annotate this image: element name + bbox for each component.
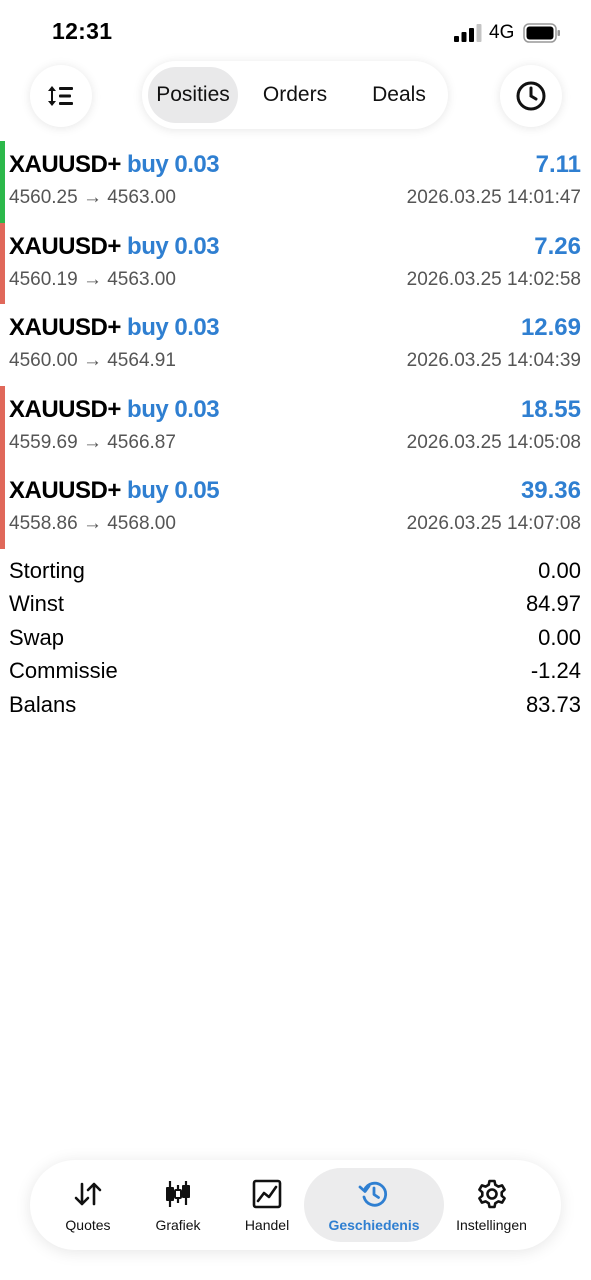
battery-icon: [523, 23, 560, 43]
trade-profit: 12.69: [520, 314, 581, 341]
clock-icon: [516, 81, 546, 111]
trade-profit: 18.55: [520, 395, 581, 423]
status-bar: 12:31 4G: [0, 0, 591, 66]
trade-symbol-line: XAUUSD+ buy 0.05: [9, 477, 220, 505]
tab-orders[interactable]: Orders: [250, 67, 340, 123]
trade-symbol: XAUUSD+: [9, 395, 121, 423]
trade-symbol: XAUUSD+: [9, 314, 121, 341]
trade-symbol: XAUUSD+: [9, 232, 121, 260]
tab-label: Instellingen: [456, 1217, 527, 1233]
trade-time: 2026.03.25 14:01:47: [406, 187, 581, 208]
trade-side: buy 0.05: [127, 477, 220, 504]
trade-marker: [0, 467, 5, 549]
trade-row[interactable]: XAUUSD+ buy 0.03 7.11 4560.25 → 4563.00 …: [0, 141, 591, 223]
sort-button[interactable]: [30, 65, 92, 127]
trade-chart-icon: [252, 1179, 282, 1209]
period-button[interactable]: [500, 65, 562, 127]
trade-symbol-line: XAUUSD+ buy 0.03: [9, 395, 220, 424]
trade-row[interactable]: XAUUSD+ buy 0.03 12.69 4560.00 → 4564.91…: [0, 304, 591, 386]
trade-time: 2026.03.25 14:07:08: [406, 513, 581, 534]
trade-symbol: XAUUSD+: [9, 151, 121, 178]
summary-label: Balans: [9, 691, 77, 717]
trade-symbol-line: XAUUSD+ buy 0.03: [9, 314, 220, 342]
trade-marker: [0, 304, 5, 386]
summary-label: Storting: [9, 558, 85, 583]
tab-label: Quotes: [65, 1217, 111, 1233]
network-label: 4G: [489, 22, 515, 43]
history-icon: [358, 1181, 388, 1207]
trade-prices: 4558.86 → 4568.00: [9, 513, 176, 534]
trade-row[interactable]: XAUUSD+ buy 0.05 39.36 4558.86 → 4568.00…: [0, 467, 591, 549]
trade-side: buy 0.03: [127, 314, 220, 341]
status-time: 12:31: [52, 18, 113, 44]
trade-marker: [0, 385, 5, 467]
trade-symbol: XAUUSD+: [9, 477, 121, 504]
summary-value: 84.97: [525, 591, 581, 617]
summary-value: 83.73: [525, 691, 581, 717]
trade-profit: 7.26: [534, 232, 581, 260]
quotes-icon: [74, 1182, 102, 1206]
summary-row-swap: Swap 0.00: [0, 622, 591, 655]
tab-settings[interactable]: Instellingen: [444, 1168, 539, 1242]
candlestick-icon: [166, 1181, 190, 1207]
trade-time: 2026.03.25 14:05:08: [406, 431, 581, 453]
tab-label: Handel: [244, 1217, 290, 1233]
summary-label: Commissie: [9, 658, 118, 684]
account-summary: Storting 0.00 Winst 84.97 Swap 0.00 Comm…: [0, 555, 591, 722]
signal-icon: [454, 24, 482, 42]
tab-quotes[interactable]: Quotes: [48, 1168, 128, 1242]
trade-time: 2026.03.25 14:04:39: [406, 350, 581, 371]
summary-row-deposit: Storting 0.00: [0, 555, 591, 588]
trade-prices: 4560.25 → 4563.00: [9, 187, 176, 208]
summary-row-balance: Balans 83.73: [0, 689, 591, 722]
summary-label: Winst: [9, 591, 64, 617]
trade-symbol-line: XAUUSD+ buy 0.03: [9, 232, 220, 261]
summary-label: Swap: [9, 624, 65, 650]
gear-icon: [477, 1179, 506, 1209]
trade-time: 2026.03.25 14:02:58: [406, 268, 581, 290]
trade-profit: 39.36: [520, 477, 581, 504]
trade-profit: 7.11: [535, 151, 581, 178]
tab-label: Geschiedenis: [328, 1217, 420, 1233]
trade-side: buy 0.03: [127, 232, 220, 260]
history-view-segmented-control: Posities Orders Deals: [142, 61, 448, 129]
summary-value: 0.00: [538, 624, 581, 650]
bottom-tab-bar: Quotes Grafiek Handel Geschiedenis Inste…: [30, 1160, 561, 1250]
summary-row-commission: Commissie -1.24: [0, 655, 591, 688]
tab-deals[interactable]: Deals: [354, 67, 444, 123]
positions-list: XAUUSD+ buy 0.03 7.11 4560.25 → 4563.00 …: [0, 141, 591, 549]
trade-prices: 4559.69 → 4566.87: [9, 431, 176, 453]
summary-value: -1.24: [530, 658, 581, 684]
tab-positions[interactable]: Posities: [148, 67, 238, 123]
trade-symbol-line: XAUUSD+ buy 0.03: [9, 151, 220, 179]
trade-side: buy 0.03: [127, 395, 220, 423]
trade-prices: 4560.19 → 4563.00: [9, 268, 176, 290]
trade-row[interactable]: XAUUSD+ buy 0.03 7.26 4560.19 → 4563.00 …: [0, 222, 591, 304]
trade-side: buy 0.03: [127, 151, 220, 178]
trade-prices: 4560.00 → 4564.91: [9, 350, 176, 371]
trade-marker: [0, 141, 5, 223]
summary-value: 0.00: [538, 558, 581, 583]
sort-icon: [48, 86, 73, 106]
tab-label: Grafiek: [155, 1217, 201, 1233]
tab-chart[interactable]: Grafiek: [138, 1168, 218, 1242]
summary-row-profit: Winst 84.97: [0, 588, 591, 621]
trade-row[interactable]: XAUUSD+ buy 0.03 18.55 4559.69 → 4566.87…: [0, 385, 591, 467]
tab-history[interactable]: Geschiedenis: [304, 1168, 444, 1242]
trade-marker: [0, 222, 5, 304]
tab-trade[interactable]: Handel: [227, 1168, 307, 1242]
